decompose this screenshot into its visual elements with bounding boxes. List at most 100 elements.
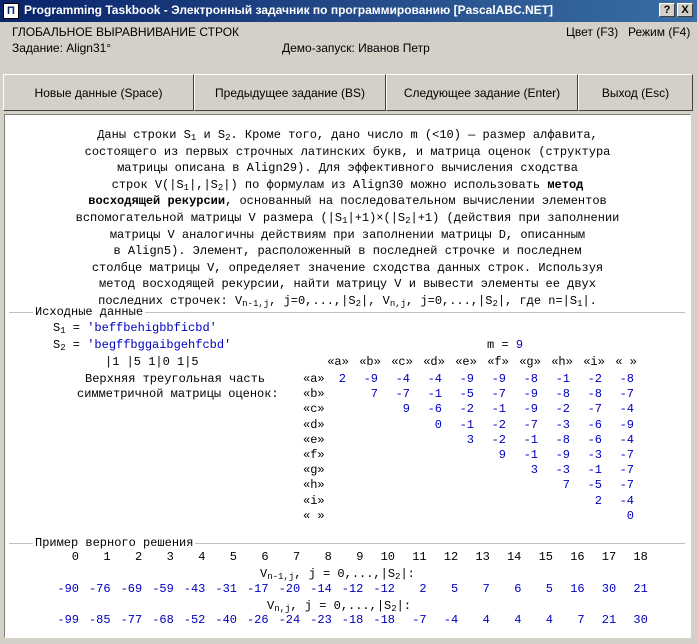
matrix-cell: -6 [587, 417, 602, 432]
matrix-cell: -4 [619, 432, 634, 447]
matrix-cell: -7 [619, 448, 634, 462]
matrix-cell: -1 [523, 432, 538, 447]
matrix-row-header: «i» [303, 493, 325, 508]
matrix-cell: -7 [619, 387, 634, 402]
solution-index-cell: 14 [506, 550, 522, 564]
matrix-col-header: «b» [359, 355, 381, 369]
matrix-cell: -9 [619, 417, 634, 432]
s2-line: S2 = 'begffbggaibgehfcbd' [53, 338, 232, 353]
vn-cell: -85 [88, 613, 111, 627]
matrix-row-header: «e» [303, 432, 325, 447]
index-ruler: |1 |5 1|0 1|5 [105, 355, 199, 369]
vn-cell: 7 [577, 613, 585, 627]
matrix-cell: -1 [459, 417, 474, 432]
matrix-col-header: «h» [551, 355, 573, 369]
vn-label: Vn,j, j = 0,...,|S2|: [267, 599, 412, 614]
vn1-cell: 6 [514, 582, 522, 596]
matrix-cell: -3 [555, 463, 570, 478]
matrix-cell: -1 [523, 448, 538, 462]
matrix-cell: -3 [555, 417, 570, 432]
task-panel: Даны строки S1 и S2. Кроме того, дано чи… [4, 114, 691, 638]
solution-index-cell: 8 [324, 550, 332, 564]
matrix-cell: -1 [427, 387, 442, 402]
demo-run-label: Демо-запуск: Иванов Петр [282, 41, 430, 55]
vn1-cell: 2 [419, 582, 427, 596]
vn-cell: -24 [278, 613, 301, 627]
exit-button[interactable]: Выход (Esc) [578, 74, 693, 111]
vn-cell: -18 [373, 613, 395, 627]
vn-cell: 4 [514, 613, 522, 627]
solution-index-cell: 16 [570, 550, 585, 564]
task-header: ГЛОБАЛЬНОЕ ВЫРАВНИВАНИЕ СТРОК Задание: A… [0, 22, 697, 74]
vn-cell: -77 [120, 613, 143, 627]
matrix-cell: 2 [594, 493, 602, 508]
matrix-row-header: «c» [303, 402, 325, 417]
vn-cell: -52 [183, 613, 206, 627]
vn1-cell: -20 [278, 582, 301, 596]
vn1-cell: 30 [601, 582, 617, 596]
solution-index-cell: 5 [229, 550, 237, 564]
matrix-row-header: « » [303, 508, 325, 523]
solution-index-cell: 9 [356, 550, 364, 564]
vn1-cell: -12 [341, 582, 364, 596]
vn-cell: -68 [152, 613, 174, 627]
matrix-cell: -4 [395, 372, 410, 386]
mode-toggle[interactable]: Режим (F4) [628, 25, 690, 39]
matrix-col-header: «a» [327, 355, 349, 369]
vn-cell: -7 [412, 613, 427, 627]
app-icon: П [3, 3, 19, 19]
vn1-cell: -12 [373, 582, 395, 596]
close-button[interactable]: X [677, 3, 693, 17]
new-data-button[interactable]: Новые данные (Space) [3, 74, 194, 111]
matrix-row-header: «h» [303, 478, 325, 493]
matrix-cell: -9 [523, 387, 538, 402]
button-bar: Новые данные (Space) Предыдущее задание … [3, 74, 693, 111]
matrix-row-header: «d» [303, 417, 325, 432]
matrix-col-header: « » [615, 355, 637, 369]
solution-index-cell: 15 [538, 550, 553, 564]
vn-cell: 4 [545, 613, 553, 627]
matrix-cell: -7 [523, 417, 538, 432]
solution-section-title: Пример верного решения [33, 536, 196, 550]
vn-cell: 30 [633, 613, 648, 627]
vn1-cell: -14 [310, 582, 332, 596]
solution-index-cell: 12 [443, 550, 459, 564]
matrix-cell: -9 [491, 372, 506, 386]
matrix-cell: -5 [459, 387, 474, 402]
matrix-cell: -8 [619, 372, 634, 386]
matrix-col-header: «i» [583, 355, 605, 369]
matrix-cell: -2 [459, 402, 474, 417]
vn-cell: -99 [57, 613, 79, 627]
matrix-caption-line1: Верхняя треугольная часть [85, 372, 266, 386]
vn-cell: -40 [215, 613, 237, 627]
vn1-cell: -17 [246, 582, 269, 596]
matrix-caption-line2: симметричной матрицы оценок: [77, 387, 279, 401]
vn-cell: -23 [310, 613, 332, 627]
matrix-cell: -4 [427, 372, 442, 386]
vn-cell: -26 [246, 613, 269, 627]
prev-task-button[interactable]: Предыдущее задание (BS) [194, 74, 386, 111]
solution-index-cell: 11 [412, 550, 427, 564]
matrix-cell: 2 [338, 372, 346, 386]
task-description: Даны строки S1 и S2. Кроме того, дано чи… [75, 128, 620, 309]
matrix-cell: -6 [427, 402, 442, 417]
matrix-cell: -7 [619, 478, 634, 493]
matrix-cell: 9 [402, 402, 410, 417]
matrix-cell: -8 [555, 387, 570, 402]
vn-cell: -4 [443, 613, 459, 627]
matrix-cell: 3 [530, 463, 538, 478]
matrix-cell: -7 [587, 402, 602, 417]
matrix-cell: 0 [434, 417, 442, 432]
s1-line: S1 = 'beffbehigbbficbd' [53, 321, 217, 336]
help-button[interactable]: ? [659, 3, 675, 17]
title-bar[interactable]: П Programming Taskbook - Электронный зад… [0, 0, 697, 22]
matrix-cell: -2 [491, 432, 506, 447]
color-toggle[interactable]: Цвет (F3) [566, 25, 618, 39]
matrix-cell: -4 [619, 493, 634, 508]
next-task-button[interactable]: Следующее задание (Enter) [386, 74, 578, 111]
solution-index-cell: 18 [633, 550, 648, 564]
vn1-cell: 5 [450, 582, 459, 596]
matrix-cell: 7 [562, 478, 570, 493]
matrix-cell: -9 [459, 372, 474, 386]
matrix-cell: -6 [587, 432, 602, 447]
